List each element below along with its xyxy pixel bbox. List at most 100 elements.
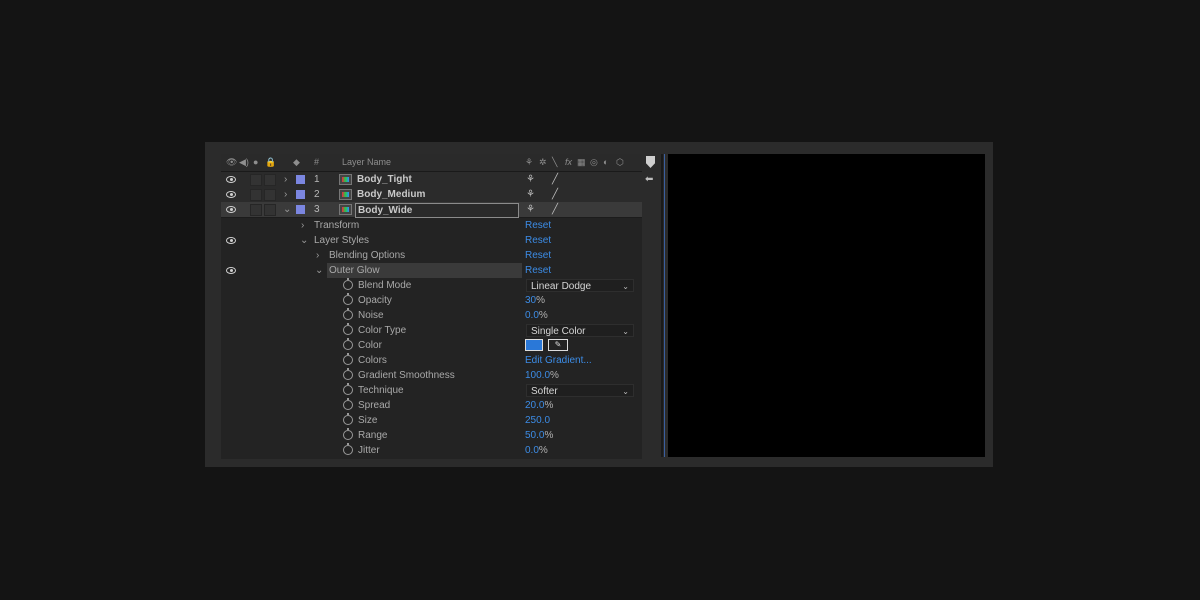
quality-switch-icon[interactable]: ╱	[552, 172, 558, 187]
technique-dropdown[interactable]: Softer ⌄	[526, 384, 634, 397]
stopwatch-icon[interactable]	[343, 383, 353, 395]
property-row-colors[interactable]: Colors Edit Gradient...	[221, 353, 642, 368]
eye-icon[interactable]: 👁	[226, 157, 237, 168]
property-row-noise[interactable]: Noise 0.0%	[221, 308, 642, 323]
shy-switch-icon[interactable]: ⚘	[526, 172, 535, 187]
motion-blur-icon[interactable]: ◎	[590, 157, 598, 168]
chevron-right-icon[interactable]: ›	[284, 187, 287, 202]
edit-gradient-link[interactable]: Edit Gradient...	[525, 353, 592, 368]
stopwatch-icon[interactable]	[343, 368, 353, 380]
layer-name-column-header[interactable]: Layer Name	[342, 157, 391, 168]
property-value[interactable]: 250.0	[525, 413, 550, 428]
value-number[interactable]: 0.0	[525, 310, 539, 321]
color-type-dropdown[interactable]: Single Color ⌄	[526, 324, 634, 337]
tag-icon[interactable]: ◆	[293, 157, 300, 168]
solo-dot-icon[interactable]: ●	[253, 157, 258, 168]
fx-switch-icon[interactable]: fx	[565, 157, 572, 168]
property-row-color[interactable]: Color ✎	[221, 338, 642, 353]
quality-switch-icon[interactable]: ╱	[552, 202, 558, 217]
value-number[interactable]: 0.0	[525, 445, 539, 456]
layer-name[interactable]: Body_Wide	[355, 203, 519, 218]
solo-switch[interactable]	[264, 174, 276, 186]
quality-switch-icon[interactable]: ╱	[552, 187, 558, 202]
stopwatch-icon[interactable]	[343, 323, 353, 335]
stopwatch-icon[interactable]	[343, 443, 353, 455]
layer-row[interactable]: › 1 Body_Tight ⚘ ╱	[221, 172, 642, 188]
eye-icon[interactable]	[226, 237, 236, 244]
chevron-right-icon[interactable]: ›	[316, 248, 319, 263]
reset-link[interactable]: Reset	[525, 248, 551, 263]
quality-icon[interactable]: ╲	[552, 157, 557, 168]
property-group-transform[interactable]: › Transform Reset	[221, 218, 642, 233]
stopwatch-icon[interactable]	[343, 353, 353, 365]
eye-icon[interactable]	[226, 206, 236, 213]
eye-icon[interactable]	[226, 267, 236, 274]
reset-link[interactable]: Reset	[525, 263, 551, 278]
property-row-gradient-smoothness[interactable]: Gradient Smoothness 100.0%	[221, 368, 642, 383]
stopwatch-icon[interactable]	[343, 413, 353, 425]
layer-name[interactable]: Body_Tight	[355, 173, 521, 186]
shy-icon[interactable]: ⚘	[525, 157, 533, 168]
stopwatch-icon[interactable]	[343, 398, 353, 410]
reset-link[interactable]: Reset	[525, 218, 551, 233]
property-row-blend-mode[interactable]: Blend Mode Linear Dodge ⌄	[221, 278, 642, 293]
chevron-down-icon[interactable]: ⌄	[300, 233, 308, 248]
chevron-down-icon[interactable]: ⌄	[315, 263, 323, 278]
reset-link[interactable]: Reset	[525, 233, 551, 248]
label-color-swatch[interactable]	[296, 205, 305, 214]
audio-switch[interactable]	[250, 204, 262, 216]
3d-icon[interactable]: ⬡	[616, 157, 624, 168]
stopwatch-icon[interactable]	[343, 293, 353, 305]
shy-switch-icon[interactable]: ⚘	[526, 187, 535, 202]
frame-blend-icon[interactable]: ▦	[577, 157, 586, 168]
stopwatch-icon[interactable]	[343, 428, 353, 440]
property-row-size[interactable]: Size 250.0	[221, 413, 642, 428]
value-number[interactable]: 250.0	[525, 415, 550, 426]
layer-row[interactable]: › 2 Body_Medium ⚘ ╱	[221, 187, 642, 203]
stopwatch-icon[interactable]	[343, 278, 353, 290]
eyedropper-icon[interactable]: ✎	[548, 339, 568, 351]
audio-switch[interactable]	[250, 189, 262, 201]
composition-viewer[interactable]	[668, 154, 985, 457]
eye-icon[interactable]	[226, 176, 236, 183]
property-row-spread[interactable]: Spread 20.0%	[221, 398, 642, 413]
property-row-technique[interactable]: Technique Softer ⌄	[221, 383, 642, 398]
eye-icon[interactable]	[226, 191, 236, 198]
label-color-swatch[interactable]	[296, 175, 305, 184]
value-number[interactable]: 50.0	[525, 430, 544, 441]
property-row-opacity[interactable]: Opacity 30%	[221, 293, 642, 308]
solo-switch[interactable]	[264, 189, 276, 201]
current-time-indicator[interactable]	[664, 154, 665, 457]
shy-switch-icon[interactable]: ⚘	[526, 202, 535, 217]
layer-name[interactable]: Body_Medium	[355, 188, 521, 201]
property-value[interactable]: 0.0%	[525, 443, 548, 458]
property-row-jitter[interactable]: Jitter 0.0%	[221, 443, 642, 458]
chevron-down-icon[interactable]: ⌄	[283, 202, 291, 217]
speaker-icon[interactable]: ◀)	[239, 157, 249, 168]
property-row-color-type[interactable]: Color Type Single Color ⌄	[221, 323, 642, 338]
property-group-outer-glow[interactable]: ⌄ Outer Glow Reset	[221, 263, 642, 278]
value-number[interactable]: 30	[525, 295, 536, 306]
property-value[interactable]: 0.0%	[525, 308, 548, 323]
property-value[interactable]: 100.0%	[525, 368, 559, 383]
blend-mode-dropdown[interactable]: Linear Dodge ⌄	[526, 279, 634, 292]
color-swatch[interactable]	[525, 339, 543, 351]
comp-flowchart-icon[interactable]: ⬅	[645, 174, 653, 185]
property-group-blending-options[interactable]: › Blending Options Reset	[221, 248, 642, 263]
audio-switch[interactable]	[250, 174, 262, 186]
adjustment-icon[interactable]: ◐	[603, 157, 608, 168]
value-number[interactable]: 100.0	[525, 370, 550, 381]
label-color-swatch[interactable]	[296, 190, 305, 199]
value-number[interactable]: 20.0	[525, 400, 544, 411]
stopwatch-icon[interactable]	[343, 308, 353, 320]
lock-icon[interactable]: 🔒	[265, 157, 276, 168]
panel-divider[interactable]	[661, 154, 663, 457]
layer-row-selected[interactable]: ⌄ 3 Body_Wide ⚘ ╱	[221, 202, 642, 218]
property-row-range[interactable]: Range 50.0%	[221, 428, 642, 443]
property-group-layer-styles[interactable]: ⌄ Layer Styles Reset	[221, 233, 642, 248]
collapse-icon[interactable]: ✲	[539, 157, 547, 168]
current-time-marker-icon[interactable]	[646, 156, 655, 168]
property-value[interactable]: 50.0%	[525, 428, 553, 443]
solo-switch[interactable]	[264, 204, 276, 216]
property-value[interactable]: 20.0%	[525, 398, 553, 413]
